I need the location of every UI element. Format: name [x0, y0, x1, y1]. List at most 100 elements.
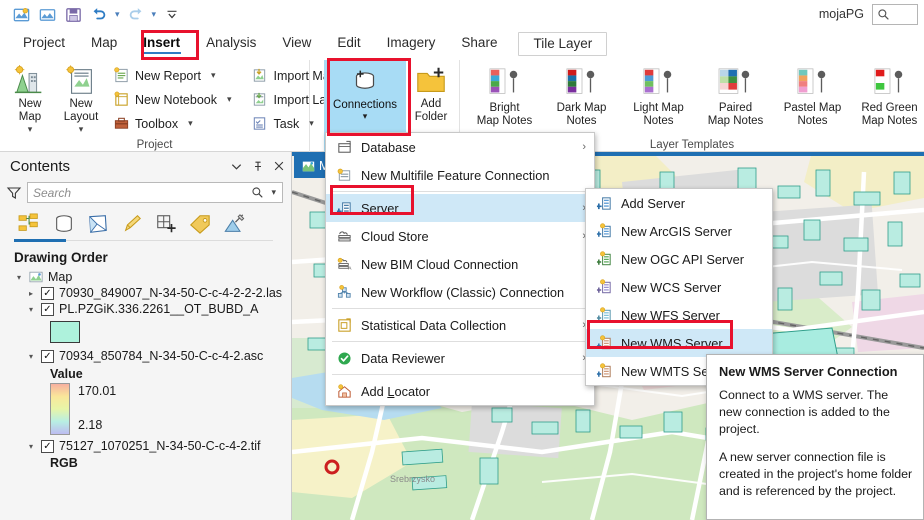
gallery-item-light-label: Light Map Notes	[633, 102, 684, 128]
tree-item-tif[interactable]: ▾ ✓ 75127_1070251_N-34-50-C-c-4-2.tif	[14, 438, 291, 454]
undo-dropdown-icon[interactable]: ▾	[114, 9, 121, 20]
tree-item-asc[interactable]: ▾ ✓ 70934_850784_N-34-50-C-c-4-2.asc	[14, 348, 291, 364]
tab-insert[interactable]: Insert	[130, 32, 193, 56]
submenu-item-new-arcgis-server[interactable]: New ArcGIS Server	[586, 217, 772, 245]
gallery-item-dark-map-notes[interactable]: Dark Map Notes	[543, 64, 620, 128]
submenu-item-new-wcs-server[interactable]: New WCS Server	[586, 273, 772, 301]
list-by-labeling-icon[interactable]	[184, 210, 216, 238]
menu-item-new-bim-label: New BIM Cloud Connection	[361, 257, 518, 272]
redo-dropdown-icon[interactable]: ▾	[151, 9, 158, 20]
contents-search-input[interactable]: Search ▾	[27, 182, 283, 203]
layer-checkbox[interactable]: ✓	[41, 440, 54, 453]
new-notebook-button[interactable]: New Notebook ▾	[108, 88, 237, 111]
toolbox-button[interactable]: Toolbox ▾	[108, 112, 237, 135]
tab-share[interactable]: Share	[448, 32, 510, 56]
menu-item-new-bim-cloud-connection[interactable]: A New BIM Cloud Connection	[326, 250, 594, 278]
chevron-right-icon: ›	[582, 141, 588, 153]
contents-pane-title: Contents	[10, 158, 70, 175]
tree-item-las[interactable]: ▸ ✓ 70930_849007_N-34-50-C-c-4-2-2-2.las	[14, 285, 291, 301]
layer-checkbox[interactable]: ✓	[41, 303, 54, 316]
search-options-dropdown-icon[interactable]: ▾	[270, 187, 277, 198]
gallery-item-bright-map-notes[interactable]: Bright Map Notes	[466, 64, 543, 128]
expander-icon[interactable]: ▸	[26, 289, 36, 298]
submenu-item-add-server-label: Add Server	[621, 196, 685, 211]
ribbon-tab-strip: Project Map Insert Analysis View Edit Im…	[0, 28, 924, 60]
tab-analysis[interactable]: Analysis	[193, 32, 269, 56]
tab-project[interactable]: Project	[10, 32, 78, 56]
gallery-item-light-map-notes[interactable]: Light Map Notes	[620, 64, 697, 128]
ribbon-group-project: New Map ▾ New Layout ▾ New Report	[0, 60, 310, 152]
new-report-dropdown-icon[interactable]: ▾	[210, 70, 217, 81]
customize-qat-icon[interactable]	[161, 3, 183, 25]
menu-item-new-multifile-feature-connection[interactable]: New Multifile Feature Connection	[326, 161, 594, 189]
list-by-data-source-icon[interactable]	[48, 210, 80, 238]
expander-icon[interactable]: ▾	[26, 305, 36, 314]
list-by-snapping-icon[interactable]	[150, 210, 182, 238]
filter-icon[interactable]	[6, 185, 22, 201]
menu-item-database[interactable]: Database ›	[326, 133, 594, 161]
list-by-editing-icon[interactable]	[116, 210, 148, 238]
add-locator-icon	[334, 381, 354, 401]
layer-checkbox[interactable]: ✓	[41, 287, 54, 300]
connections-label: Connections	[333, 99, 397, 111]
chevron-down-icon[interactable]	[230, 160, 243, 173]
gallery-item-red-green-map-notes[interactable]: Red Green Map Notes	[851, 64, 924, 128]
layer-checkbox[interactable]: ✓	[41, 350, 54, 363]
tab-map[interactable]: Map	[78, 32, 130, 56]
submenu-item-new-wfs-server[interactable]: New WFS Server	[586, 301, 772, 329]
submenu-item-new-ogc-api-server[interactable]: New OGC API Server	[586, 245, 772, 273]
toolbox-dropdown-icon[interactable]: ▾	[187, 118, 194, 129]
pin-icon[interactable]	[252, 160, 264, 173]
new-report-label: New Report	[135, 69, 201, 83]
list-by-charts-icon[interactable]	[218, 210, 250, 238]
list-by-selection-icon[interactable]	[82, 210, 114, 238]
contents-search-placeholder: Search	[33, 186, 251, 200]
submenu-item-add-server[interactable]: Add Server	[586, 189, 772, 217]
global-search-input[interactable]	[872, 4, 918, 25]
submenu-item-new-arcgis-label: New ArcGIS Server	[621, 224, 732, 239]
paired-map-notes-icon	[713, 64, 759, 102]
tree-item-map[interactable]: ▾ Map	[14, 269, 291, 285]
gallery-item-paired-map-notes[interactable]: Paired Map Notes	[697, 64, 774, 128]
tab-edit[interactable]: Edit	[324, 32, 373, 56]
menu-item-add-locator[interactable]: Add Locator	[326, 377, 594, 405]
tab-imagery[interactable]: Imagery	[374, 32, 449, 56]
submenu-item-new-wms-server[interactable]: New WMS Server	[586, 329, 772, 357]
gallery-item-pastel-map-notes[interactable]: Pastel Map Notes	[774, 64, 851, 128]
new-project-icon[interactable]	[10, 3, 32, 25]
tree-item-map-label: Map	[48, 270, 72, 284]
connections-dropdown-icon[interactable]: ▾	[362, 111, 369, 122]
menu-item-new-workflow-classic-connection[interactable]: New Workflow (Classic) Connection	[326, 278, 594, 306]
menu-item-statistical-data-collection[interactable]: Statistical Data Collection ›	[326, 311, 594, 339]
dark-map-notes-icon	[559, 64, 605, 102]
list-by-drawing-order-icon[interactable]	[14, 210, 46, 238]
new-map-dropdown-icon[interactable]: ▾	[27, 124, 34, 134]
tab-view[interactable]: View	[269, 32, 324, 56]
expander-icon[interactable]: ▾	[26, 352, 36, 361]
ramp-min-value: 2.18	[78, 418, 116, 432]
new-notebook-dropdown-icon[interactable]: ▾	[226, 94, 233, 105]
new-layout-dropdown-icon[interactable]: ▾	[78, 124, 85, 134]
menu-item-cloud-store[interactable]: Cloud Store ›	[326, 222, 594, 250]
menu-item-data-reviewer[interactable]: Data Reviewer ›	[326, 344, 594, 372]
user-account-label[interactable]: mojaPG	[819, 7, 864, 21]
expander-icon[interactable]: ▾	[14, 273, 24, 282]
red-green-map-notes-icon	[867, 64, 913, 102]
save-project-icon[interactable]	[62, 3, 84, 25]
import-layout-icon	[251, 91, 269, 109]
open-project-icon[interactable]	[36, 3, 58, 25]
close-icon[interactable]	[273, 160, 285, 172]
menu-item-server[interactable]: Server ›	[326, 194, 594, 222]
new-report-button[interactable]: New Report ▾	[108, 64, 237, 87]
undo-icon[interactable]	[88, 3, 110, 25]
expander-icon[interactable]: ▾	[26, 442, 36, 451]
task-label: Task	[274, 117, 300, 131]
redo-icon[interactable]	[125, 3, 147, 25]
tree-item-bubd[interactable]: ▾ ✓ PL.PZGiK.336.2261__OT_BUBD_A	[14, 301, 291, 317]
contents-pane: Contents Search	[0, 152, 292, 520]
menu-item-new-workflow-label: New Workflow (Classic) Connection	[361, 285, 564, 300]
tree-item-asc-label: 70934_850784_N-34-50-C-c-4-2.asc	[59, 349, 263, 363]
tab-tile-layer-contextual[interactable]: Tile Layer	[518, 32, 607, 56]
menu-item-add-locator-label: Add Locator	[361, 384, 430, 399]
search-icon[interactable]	[251, 186, 264, 199]
